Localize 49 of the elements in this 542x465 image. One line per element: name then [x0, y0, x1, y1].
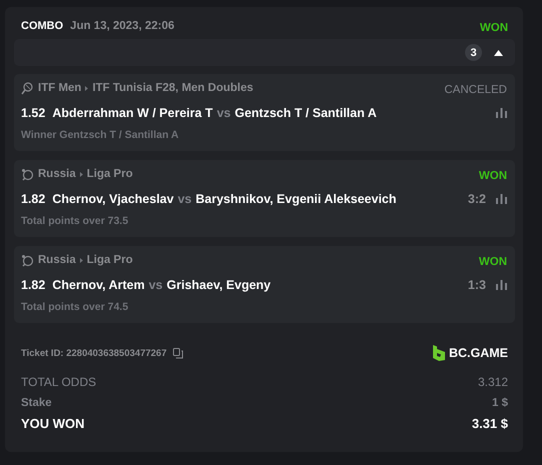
- team-name: Grishaev, Evgeny: [166, 278, 271, 292]
- count-badge: 3: [465, 44, 482, 61]
- team-name: Abderrahman W / Pereira T: [52, 106, 213, 120]
- paddle-icon: [21, 168, 34, 180]
- stats-icon[interactable]: [496, 108, 507, 118]
- logo-icon: [432, 345, 445, 361]
- team-name: Chernov, Artem: [52, 278, 145, 292]
- chevron-icon: [85, 86, 88, 90]
- stats-icon[interactable]: [496, 194, 507, 204]
- copy-icon[interactable]: [172, 348, 183, 358]
- odds-value: 1.52: [21, 106, 46, 120]
- bet-date: Jun 13, 2023, 22:06: [70, 20, 174, 32]
- selections-toggle[interactable]: 3: [14, 39, 515, 66]
- stats-icon[interactable]: [496, 280, 507, 290]
- summary-value: 3.31 $: [472, 416, 508, 431]
- vs-label: vs: [216, 106, 231, 120]
- status-label: WON: [478, 170, 507, 182]
- team-name: Baryshnikov, Evgenii Alekseevich: [196, 192, 396, 206]
- league-category: Russia: [38, 168, 76, 180]
- vs-label: vs: [178, 192, 192, 206]
- paddle-icon: [21, 254, 34, 266]
- vs-label: vs: [148, 278, 163, 292]
- status-label: WON: [478, 256, 507, 268]
- status-label: CANCELED: [444, 84, 507, 96]
- team-name: Gentzsch T / Santillan A: [234, 106, 377, 120]
- odds-value: 1.82: [21, 192, 46, 206]
- tournament-name: ITF Tunisia F28, Men Doubles: [92, 82, 254, 94]
- market-label: Total points over 73.5: [21, 215, 130, 227]
- odds-value: 1.82: [21, 278, 46, 292]
- summary-value: 3.312: [478, 374, 508, 388]
- league-category: ITF Men: [38, 82, 82, 94]
- ticket-id: Ticket ID: 2280403638503477267: [21, 348, 167, 358]
- summary-label: Stake: [21, 396, 52, 408]
- league-category: Russia: [38, 254, 76, 266]
- match-score: 3:2: [468, 192, 486, 206]
- summary-label: TOTAL ODDS: [21, 374, 96, 388]
- team-name: Chernov, Vjacheslav: [52, 192, 174, 206]
- chevron-icon: [80, 172, 83, 176]
- summary-label: YOU WON: [21, 416, 85, 431]
- status-label: WON: [480, 22, 508, 34]
- tournament-name: Liga Pro: [86, 168, 133, 180]
- brand-name: BC.GAME: [448, 346, 508, 360]
- summary-value: 1 $: [492, 396, 508, 408]
- match-score: 1:3: [468, 278, 486, 292]
- market-label: Winner Gentzsch T / Santillan A: [21, 129, 180, 141]
- chevron-icon: [80, 258, 83, 262]
- bet-type: COMBO: [21, 20, 64, 32]
- market-label: Total points over 74.5: [21, 301, 130, 313]
- tournament-name: Liga Pro: [86, 254, 133, 266]
